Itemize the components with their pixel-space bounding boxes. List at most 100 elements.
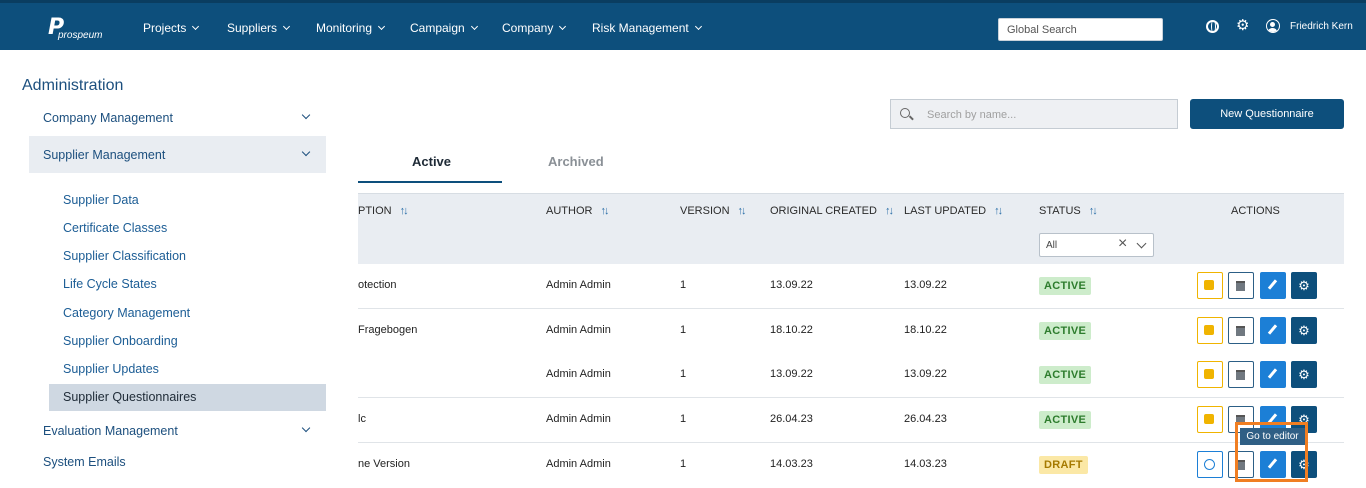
tab-active[interactable]: Active — [412, 154, 451, 169]
column-header-actions: ACTIONS — [1231, 205, 1280, 217]
edit-button[interactable] — [1260, 451, 1286, 478]
cell-created: 14.03.23 — [770, 458, 813, 470]
preview-button[interactable] — [1197, 272, 1223, 299]
sort-icon[interactable]: ↑↓ — [885, 205, 894, 217]
cell-version: 1 — [680, 324, 687, 336]
column-header-last-updated[interactable]: LAST UPDATED ↑↓ — [904, 205, 1003, 217]
chevron-down-icon — [559, 22, 567, 30]
sidebar-group-evaluation-management[interactable]: Evaluation Management — [43, 424, 178, 438]
chevron-down-icon[interactable] — [301, 423, 311, 433]
sort-icon[interactable]: ↑↓ — [738, 205, 747, 217]
chevron-down-icon — [470, 22, 478, 30]
chevron-down-icon[interactable] — [301, 110, 311, 120]
sidebar-item-category-management[interactable]: Category Management — [63, 306, 190, 320]
nav-projects[interactable]: Projects — [143, 3, 200, 53]
status-filter-select[interactable]: All × — [1039, 233, 1154, 257]
edit-button[interactable] — [1260, 272, 1286, 299]
chevron-down-icon — [192, 22, 200, 30]
column-header-description[interactable]: PTION ↑↓ — [358, 205, 409, 217]
settings-button[interactable]: ⚙ — [1291, 451, 1317, 478]
edit-button[interactable] — [1260, 361, 1286, 388]
search-input[interactable] — [927, 106, 1167, 123]
chevron-down-icon[interactable] — [1136, 238, 1147, 249]
nav-monitoring[interactable]: Monitoring — [316, 3, 386, 53]
tab-archived[interactable]: Archived — [548, 154, 604, 169]
cell-author: Admin Admin — [546, 413, 611, 425]
cell-version: 1 — [680, 279, 687, 291]
cell-updated: 18.10.22 — [904, 324, 947, 336]
cell-created: 26.04.23 — [770, 413, 813, 425]
header-label: AUTHOR — [546, 205, 593, 217]
cell-description: Fragebogen — [358, 324, 418, 336]
column-header-status[interactable]: STATUS ↑↓ — [1039, 205, 1098, 217]
sidebar-item-supplier-classification[interactable]: Supplier Classification — [63, 249, 186, 263]
prospeum-logo[interactable]: P prospeum — [48, 15, 108, 43]
edit-button[interactable] — [1260, 317, 1286, 344]
gear-icon[interactable]: ⚙ — [1236, 18, 1250, 33]
nav-label: Projects — [143, 21, 187, 35]
page-title: Administration — [22, 77, 124, 94]
clear-icon[interactable]: × — [1118, 235, 1127, 253]
sidebar-item-supplier-data[interactable]: Supplier Data — [63, 193, 139, 207]
archive-button[interactable] — [1228, 317, 1254, 344]
top-navigation-bar: P prospeum Projects Suppliers Monitoring… — [0, 0, 1366, 50]
settings-button[interactable]: ⚙ — [1291, 317, 1317, 344]
sidebar-group-company-management[interactable]: Company Management — [43, 111, 173, 125]
preview-button[interactable] — [1197, 361, 1223, 388]
table-row[interactable]: ne Version Admin Admin 1 14.03.23 14.03.… — [358, 443, 1344, 488]
archive-button[interactable] — [1228, 272, 1254, 299]
table-header: PTION ↑↓ AUTHOR ↑↓ VERSION ↑↓ ORIGINAL CREA… — [358, 193, 1344, 227]
preview-button[interactable] — [1197, 406, 1223, 433]
publish-button[interactable] — [1197, 451, 1223, 478]
sidebar-item-supplier-onboarding[interactable]: Supplier Onboarding — [63, 334, 178, 348]
search-field[interactable] — [890, 99, 1178, 129]
sidebar-item-supplier-questionnaires[interactable]: Supplier Questionnaires — [63, 390, 196, 404]
header-label: VERSION — [680, 205, 730, 217]
column-header-original-created[interactable]: ORIGINAL CREATED ↑↓ — [770, 205, 894, 217]
username[interactable]: Friedrich Kern — [1290, 21, 1353, 32]
cell-version: 1 — [680, 368, 687, 380]
sidebar-group-system-emails[interactable]: System Emails — [43, 455, 126, 469]
settings-button[interactable]: ⚙ — [1291, 361, 1317, 388]
new-questionnaire-button[interactable]: New Questionnaire — [1190, 99, 1344, 129]
sidebar-item-life-cycle-states[interactable]: Life Cycle States — [63, 277, 157, 291]
nav-suppliers[interactable]: Suppliers — [227, 3, 291, 53]
preview-button[interactable] — [1197, 317, 1223, 344]
archive-button[interactable] — [1228, 361, 1254, 388]
cell-created: 13.09.22 — [770, 368, 813, 380]
nav-risk-management[interactable]: Risk Management — [592, 3, 702, 53]
settings-button[interactable]: ⚙ — [1291, 272, 1317, 299]
table-row[interactable]: otection Admin Admin 1 13.09.22 13.09.22… — [358, 264, 1344, 309]
sidebar-group-supplier-management[interactable]: Supplier Management — [43, 148, 165, 162]
cell-author: Admin Admin — [546, 368, 611, 380]
sort-icon[interactable]: ↑↓ — [994, 205, 1003, 217]
column-header-version[interactable]: VERSION ↑↓ — [680, 205, 747, 217]
cell-author: Admin Admin — [546, 279, 611, 291]
cell-updated: 13.09.22 — [904, 279, 947, 291]
nav-label: Risk Management — [592, 21, 689, 35]
nav-label: Company — [502, 21, 554, 35]
chevron-down-icon — [282, 22, 291, 30]
sort-icon[interactable]: ↑↓ — [400, 205, 409, 217]
nav-label: Suppliers — [227, 21, 278, 35]
sidebar-item-certificate-classes[interactable]: Certificate Classes — [63, 221, 167, 235]
sort-icon[interactable]: ↑↓ — [600, 205, 609, 217]
table-row[interactable]: Admin Admin 1 13.09.22 13.09.22 ACTIVE ⚙ — [358, 353, 1344, 398]
user-icon[interactable] — [1266, 19, 1280, 33]
sort-icon[interactable]: ↑↓ — [1089, 205, 1098, 217]
chevron-down-icon — [377, 22, 386, 30]
cell-author: Admin Admin — [546, 324, 611, 336]
table-row[interactable]: lc Admin Admin 1 26.04.23 26.04.23 ACTIV… — [358, 398, 1344, 443]
global-search-input[interactable]: Global Search — [998, 18, 1163, 41]
table-row[interactable]: Fragebogen Admin Admin 1 18.10.22 18.10.… — [358, 309, 1344, 354]
status-filter-value: All — [1046, 240, 1058, 251]
globe-icon[interactable] — [1206, 20, 1219, 33]
sidebar-item-supplier-updates[interactable]: Supplier Updates — [63, 362, 159, 376]
cell-created: 13.09.22 — [770, 279, 813, 291]
nav-campaign[interactable]: Campaign — [410, 3, 478, 53]
nav-company[interactable]: Company — [502, 3, 567, 53]
archive-button[interactable] — [1228, 451, 1254, 478]
column-header-author[interactable]: AUTHOR ↑↓ — [546, 205, 609, 217]
search-icon — [900, 108, 910, 118]
header-label: PTION — [358, 205, 392, 217]
